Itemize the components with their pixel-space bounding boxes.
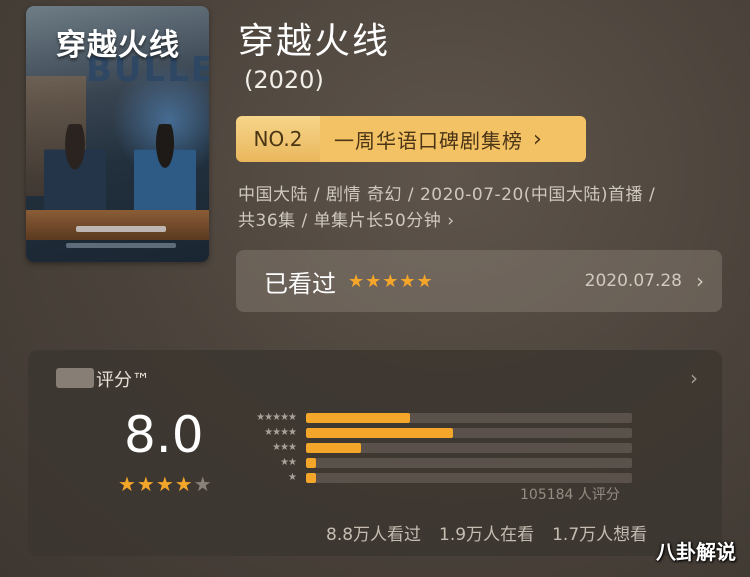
distribution-stars: ★★: [280, 457, 297, 468]
chevron-right-icon: ›: [696, 269, 704, 293]
distribution-row: ★★★: [232, 440, 632, 455]
poster-figure-left: [44, 124, 106, 224]
distribution-row: ★★★★★: [232, 410, 632, 425]
distribution-bar-fill: [306, 457, 316, 468]
rating-distribution: ★★★★★ ★★★★ ★★★ ★★ ★: [232, 410, 632, 485]
rank-label: 一周华语口碑剧集榜: [334, 128, 523, 153]
distribution-bar-fill: [306, 442, 362, 453]
distribution-row: ★: [232, 470, 632, 485]
rating-stars: ★★★★★: [118, 472, 213, 496]
release-year: (2020): [244, 66, 324, 94]
distribution-bar-track: [306, 412, 632, 423]
poster-title: 穿越火线: [56, 28, 180, 63]
meta-info[interactable]: 中国大陆 / 剧情 奇幻 / 2020-07-20(中国大陆)首播 / 共36集…: [238, 182, 728, 234]
rating-score: 8.0: [124, 406, 204, 464]
distribution-bar-track: [306, 457, 632, 468]
watched-status-row[interactable]: 已看过 ★★★★★ 2020.07.28 ›: [236, 250, 722, 312]
distribution-bar-track: [306, 472, 632, 483]
distribution-bar-track: [306, 442, 632, 453]
distribution-stars: ★: [288, 472, 297, 483]
poster-logo-line: [66, 243, 176, 248]
rank-label-container: 一周华语口碑剧集榜 ›: [320, 116, 586, 162]
audience-stats: 8.8万人看过 1.9万人在看 1.7万人想看: [326, 520, 647, 545]
watching-count[interactable]: 1.9万人在看: [439, 520, 534, 545]
user-rating-stars: ★★★★★: [348, 270, 434, 292]
page-title: 穿越火线: [238, 21, 391, 62]
meta-line-1: 中国大陆 / 剧情 奇幻 / 2020-07-20(中国大陆)首播 /: [238, 185, 656, 205]
blurred-brand-logo: [56, 368, 94, 388]
distribution-bar-fill: [306, 472, 316, 483]
distribution-row: ★★: [232, 455, 632, 470]
watched-count[interactable]: 8.8万人看过: [326, 520, 421, 545]
rating-title: 评分™: [96, 370, 150, 391]
rating-stars-empty: ★: [193, 472, 213, 496]
distribution-row: ★★★★: [232, 425, 632, 440]
poster-image[interactable]: BULLET 穿越火线: [26, 6, 209, 262]
meta-line-2: 共36集 / 单集片长50分钟 ›: [238, 211, 455, 231]
rating-card[interactable]: 评分™ › 8.0 ★★★★★ ★★★★★ ★★★★ ★★★ ★★ ★ 105184 人…: [28, 350, 722, 556]
watched-label: 已看过: [264, 269, 336, 298]
watched-date: 2020.07.28: [584, 271, 682, 291]
rating-stars-filled: ★★★★: [118, 472, 194, 496]
distribution-stars: ★★★: [272, 442, 297, 453]
distribution-bar-fill: [306, 427, 453, 438]
distribution-bar-fill: [306, 412, 411, 423]
distribution-bar-track: [306, 427, 632, 438]
rank-number: NO.2: [236, 116, 320, 162]
distribution-stars: ★★★★★: [256, 412, 297, 423]
watermark-text: 八卦解说: [656, 540, 736, 564]
rank-badge[interactable]: NO.2 一周华语口碑剧集榜 ›: [236, 116, 586, 162]
poster-credit-line: [76, 226, 166, 232]
poster-desk: [26, 210, 209, 240]
rating-count: 105184 人评分: [520, 487, 620, 503]
chevron-right-icon[interactable]: ›: [690, 366, 698, 390]
want-count[interactable]: 1.7万人想看: [552, 520, 647, 545]
chevron-right-icon: ›: [533, 126, 543, 152]
distribution-stars: ★★★★: [264, 427, 297, 438]
